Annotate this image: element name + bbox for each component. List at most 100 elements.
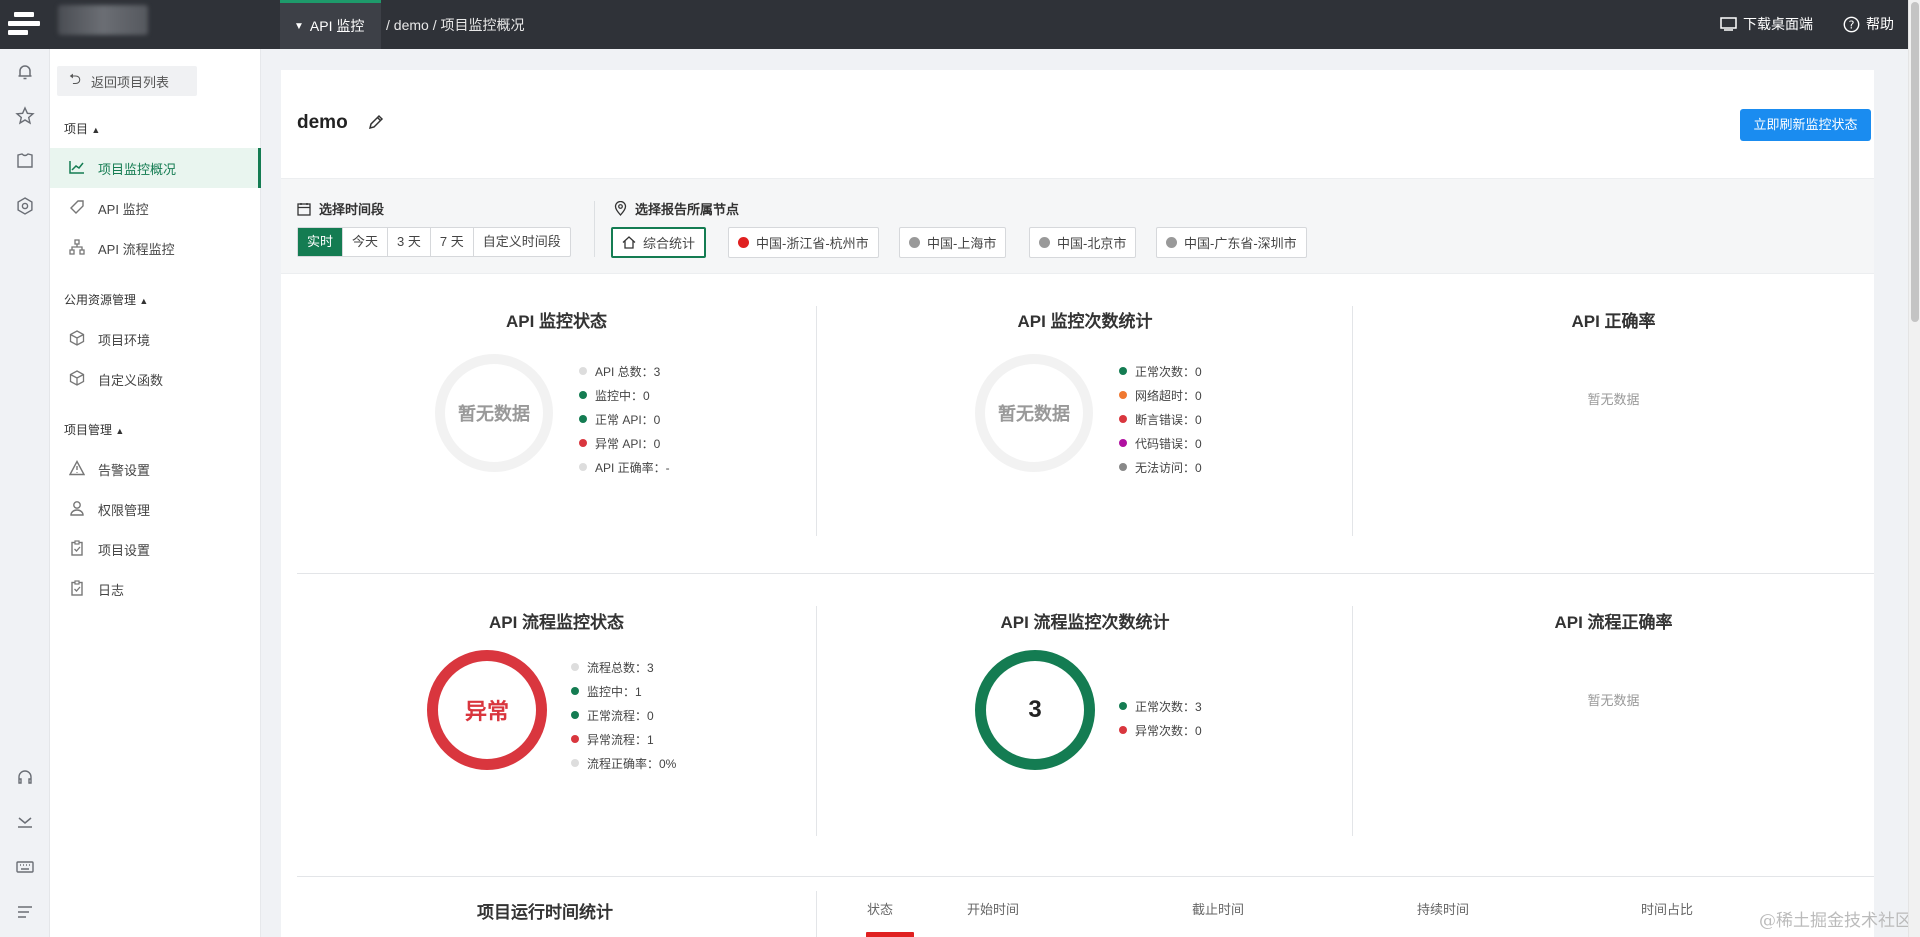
node-beijing[interactable]: 中国-北京市 bbox=[1029, 227, 1137, 258]
time-option-today[interactable]: 今天 bbox=[343, 228, 389, 256]
calendar-icon bbox=[297, 202, 311, 216]
divider bbox=[297, 876, 1874, 877]
panel-api-count: API 监控次数统计 暂无数据 正常次数：0 网络超时：0 断言错误：0 代码错… bbox=[817, 307, 1353, 535]
time-option-3days[interactable]: 3 天 bbox=[388, 228, 431, 256]
nav-api-monitor[interactable]: ▼ API 监控 bbox=[280, 0, 381, 49]
api-status-legend: API 总数：3 监控中：0 正常 API：0 异常 API：0 API 正确率… bbox=[579, 359, 670, 479]
legend-item: 无法访问：0 bbox=[1119, 455, 1202, 479]
time-range-selector: 实时 今天 3 天 7 天 自定义时间段 bbox=[297, 227, 571, 257]
headset-icon[interactable] bbox=[14, 767, 36, 789]
runtime-stats-title: 项目运行时间统计 bbox=[477, 903, 613, 922]
menu-icon[interactable] bbox=[14, 902, 36, 924]
top-bar: ▼ API 监控 / demo / 项目监控概况 下载桌面端 ? 帮助 bbox=[0, 0, 1908, 49]
node-shenzhen[interactable]: 中国-广东省-深圳市 bbox=[1156, 227, 1307, 258]
tag-icon bbox=[68, 199, 86, 218]
panel-title: API 监控次数统计 bbox=[1017, 312, 1153, 331]
sidebar: ⮌ 返回项目列表 项目 ▲ 项目监控概况 API 监控 API 流程监控 公用资… bbox=[50, 49, 261, 937]
legend-item: 正常次数：3 bbox=[1119, 694, 1202, 718]
status-dot bbox=[738, 237, 749, 248]
sidebar-item-environment[interactable]: 项目环境 bbox=[50, 319, 261, 359]
sidebar-item-api-monitor[interactable]: API 监控 bbox=[50, 188, 261, 228]
legend-item: 异常次数：0 bbox=[1119, 718, 1202, 742]
icon-rail bbox=[0, 49, 50, 937]
panel-title: API 监控状态 bbox=[505, 312, 608, 331]
line-chart-icon bbox=[68, 160, 86, 177]
sidebar-item-project-settings[interactable]: 项目设置 bbox=[50, 529, 261, 569]
back-to-project-list-button[interactable]: ⮌ 返回项目列表 bbox=[57, 66, 197, 96]
page-scrollbar[interactable] bbox=[1908, 0, 1920, 937]
legend-item: 代码错误：0 bbox=[1119, 431, 1202, 455]
column-header-start-time: 开始时间 bbox=[967, 902, 1020, 917]
help-button[interactable]: ? 帮助 bbox=[1843, 14, 1894, 34]
sidebar-item-overview[interactable]: 项目监控概况 bbox=[50, 148, 261, 188]
sidebar-item-custom-function[interactable]: 自定义函数 bbox=[50, 359, 261, 399]
legend-item: 流程正确率：0% bbox=[571, 751, 676, 775]
node-overall[interactable]: 综合统计 bbox=[611, 227, 707, 258]
bell-icon[interactable] bbox=[14, 62, 36, 84]
svg-text:?: ? bbox=[1849, 18, 1855, 31]
shirt-icon[interactable] bbox=[14, 151, 36, 173]
sidebar-item-permissions[interactable]: 权限管理 bbox=[50, 489, 261, 529]
legend-item: API 总数：3 bbox=[579, 359, 670, 383]
app-logo-icon[interactable] bbox=[8, 10, 40, 40]
hierarchy-icon bbox=[68, 238, 86, 258]
status-bar-red bbox=[866, 932, 914, 937]
api-status-ring: 暂无数据 bbox=[435, 354, 553, 472]
sidebar-item-alerts[interactable]: 告警设置 bbox=[50, 449, 261, 489]
user-icon bbox=[68, 500, 86, 519]
legend-item: 异常 API：0 bbox=[579, 431, 670, 455]
status-dot bbox=[1039, 237, 1050, 248]
blurred-account-name bbox=[58, 5, 148, 35]
home-icon bbox=[622, 236, 636, 249]
download-desktop-button[interactable]: 下载桌面端 bbox=[1720, 14, 1813, 34]
panel-flow-status: API 流程监控状态 异常 流程总数：3 监控中：1 正常流程：0 异常流程：1… bbox=[297, 608, 816, 836]
legend-item: API 正确率：- bbox=[579, 455, 670, 479]
panel-title: API 流程正确率 bbox=[1554, 613, 1673, 632]
api-count-ring: 暂无数据 bbox=[975, 354, 1093, 472]
sidebar-group-project[interactable]: 项目 ▲ bbox=[64, 120, 100, 137]
node-label: 选择报告所属节点 bbox=[614, 199, 739, 218]
location-pin-icon bbox=[614, 201, 627, 216]
refresh-monitor-status-button[interactable]: 立即刷新监控状态 bbox=[1740, 109, 1871, 141]
gear-icon[interactable] bbox=[14, 196, 36, 218]
legend-item: 正常流程：0 bbox=[571, 703, 676, 727]
sidebar-group-project-management[interactable]: 项目管理 ▲ bbox=[64, 421, 124, 438]
page-title: demo bbox=[297, 112, 348, 133]
scrollbar-thumb[interactable] bbox=[1911, 2, 1919, 322]
divider bbox=[297, 573, 1874, 574]
sidebar-item-log[interactable]: 日志 bbox=[50, 569, 261, 609]
breadcrumb: / demo / 项目监控概况 bbox=[386, 17, 525, 33]
time-option-realtime[interactable]: 实时 bbox=[298, 228, 344, 256]
api-count-legend: 正常次数：0 网络超时：0 断言错误：0 代码错误：0 无法访问：0 bbox=[1119, 359, 1202, 479]
panel-flow-count: API 流程监控次数统计 3 正常次数：3 异常次数：0 bbox=[817, 608, 1353, 836]
legend-item: 网络超时：0 bbox=[1119, 383, 1202, 407]
panel-title: API 正确率 bbox=[1571, 312, 1656, 331]
time-option-7days[interactable]: 7 天 bbox=[431, 228, 474, 256]
divider bbox=[594, 201, 595, 257]
time-range-label: 选择时间段 bbox=[297, 199, 384, 218]
sidebar-group-shared-resources[interactable]: 公用资源管理 ▲ bbox=[64, 291, 148, 308]
panel-title: API 流程监控次数统计 bbox=[1000, 613, 1170, 632]
download-icon[interactable] bbox=[14, 812, 36, 834]
legend-item: 异常流程：1 bbox=[571, 727, 676, 751]
sidebar-item-flow-monitor[interactable]: API 流程监控 bbox=[50, 228, 261, 268]
chevron-down-icon: ▼ bbox=[294, 20, 304, 32]
legend-item: 正常 API：0 bbox=[579, 407, 670, 431]
node-shanghai[interactable]: 中国-上海市 bbox=[899, 227, 1007, 258]
clipboard-icon bbox=[68, 579, 86, 599]
node-hangzhou[interactable]: 中国-浙江省-杭州市 bbox=[728, 227, 879, 258]
panel-api-rate: API 正确率 暂无数据 bbox=[1353, 307, 1874, 535]
legend-item: 正常次数：0 bbox=[1119, 359, 1202, 383]
panel-api-status: API 监控状态 暂无数据 API 总数：3 监控中：0 正常 API：0 异常… bbox=[297, 307, 816, 535]
no-data-text: 暂无数据 bbox=[1587, 693, 1640, 708]
edit-pencil-icon[interactable] bbox=[367, 113, 385, 136]
star-icon[interactable] bbox=[14, 106, 36, 128]
keyboard-icon[interactable] bbox=[14, 857, 36, 879]
legend-item: 监控中：1 bbox=[571, 679, 676, 703]
flow-count-ring: 3 bbox=[975, 650, 1095, 770]
column-header-status: 状态 bbox=[867, 902, 894, 917]
legend-item: 监控中：0 bbox=[579, 383, 670, 407]
column-header-end-time: 截止时间 bbox=[1192, 902, 1245, 917]
time-option-custom[interactable]: 自定义时间段 bbox=[474, 228, 570, 256]
divider bbox=[816, 891, 817, 937]
